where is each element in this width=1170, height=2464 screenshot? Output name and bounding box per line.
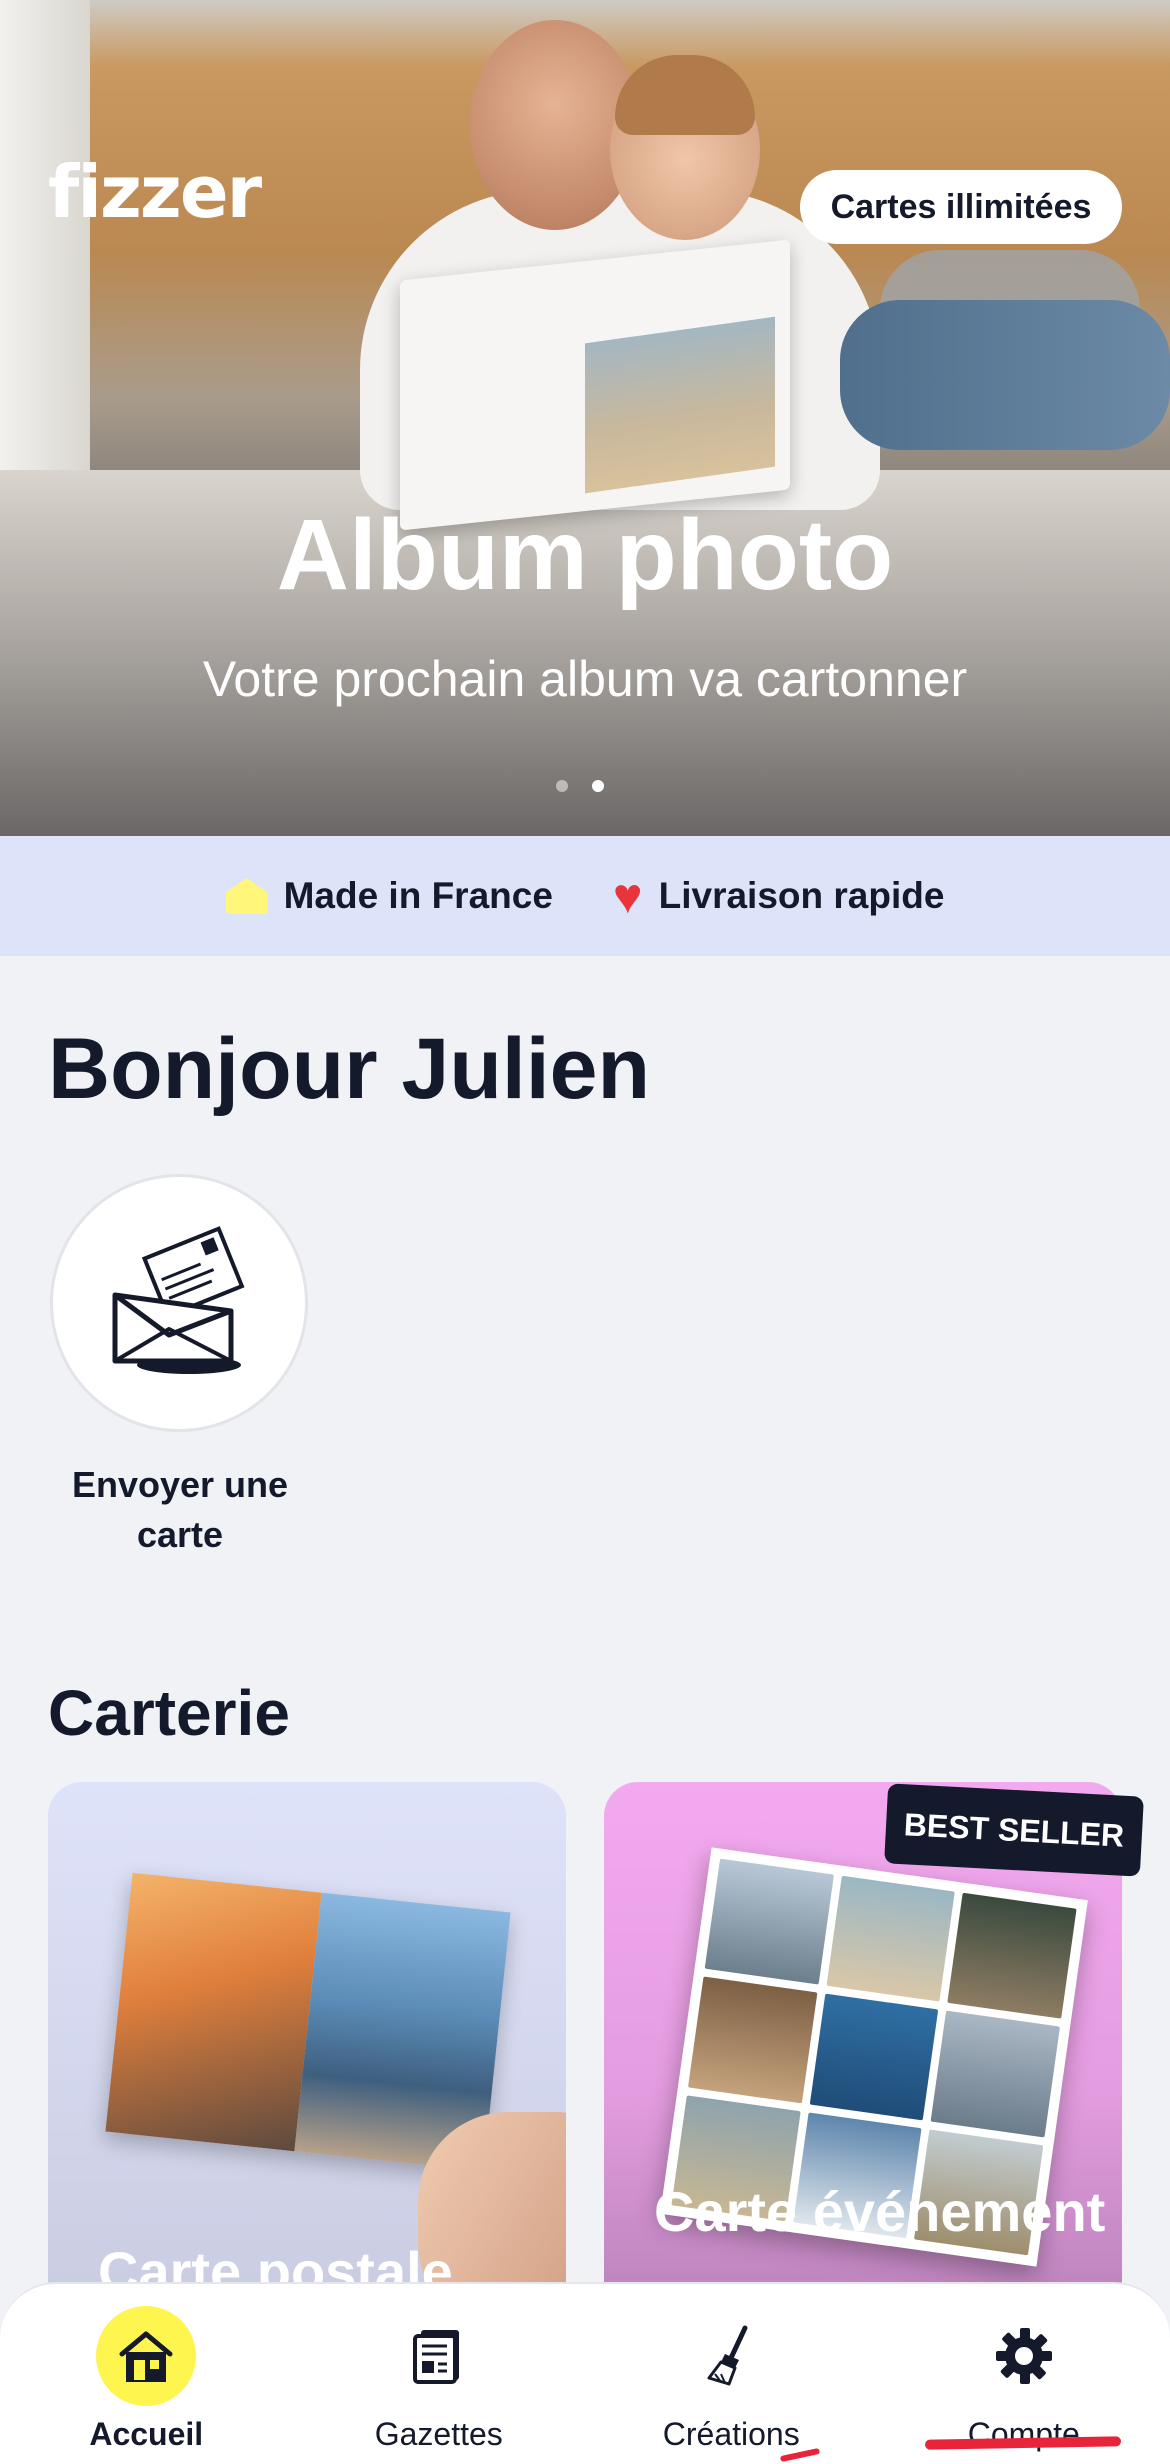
house-icon[interactable] xyxy=(96,2306,197,2406)
best-seller-badge: BEST SELLER xyxy=(884,1783,1144,1877)
trust-label: Made in France xyxy=(283,875,553,916)
gear-icon[interactable] xyxy=(974,2306,1074,2406)
nav-item-gazettes[interactable]: Gazettes xyxy=(293,2284,586,2464)
hero-photo-album-picture xyxy=(585,316,775,494)
send-card-circle[interactable] xyxy=(50,1174,308,1432)
hero-photo-child-hair xyxy=(615,55,755,135)
brush-icon[interactable] xyxy=(681,2306,781,2406)
card-title: Carte événement xyxy=(654,2180,1106,2243)
card-postcard[interactable]: Carte postale xyxy=(48,1782,566,2342)
newspaper-icon[interactable] xyxy=(389,2306,489,2406)
trust-bar: Made in France ♥ Livraison rapide xyxy=(0,836,1170,956)
nav-item-accueil[interactable]: Accueil xyxy=(0,2284,293,2464)
collage-photo xyxy=(826,1875,956,2002)
send-card-label[interactable]: Envoyer une carte xyxy=(50,1460,310,1560)
greeting-title: Bonjour Julien xyxy=(48,1021,650,1117)
fizzer-logo: fizzer xyxy=(48,150,262,234)
carousel-dot[interactable] xyxy=(556,780,568,792)
heart-icon: ♥ xyxy=(612,868,643,924)
carterie-title: Carterie xyxy=(48,1677,290,1749)
hero-banner[interactable]: fizzer Cartes illimitées Album photo Vot… xyxy=(0,0,1170,836)
trust-item-fast-delivery: ♥ Livraison rapide xyxy=(613,871,945,921)
send-card-action[interactable]: Envoyer une carte xyxy=(50,1174,310,1560)
trust-label: Livraison rapide xyxy=(658,875,945,916)
nav-label: Gazettes xyxy=(374,2416,503,2452)
nav-label: Accueil xyxy=(89,2416,204,2452)
postcard-image xyxy=(105,1872,511,2172)
collage-photo xyxy=(947,1892,1077,2019)
home-icon xyxy=(225,878,268,914)
nav-item-creations[interactable]: Créations xyxy=(585,2284,878,2464)
hero-subtitle: Votre prochain album va cartonner xyxy=(202,651,968,707)
hero-title: Album photo xyxy=(276,499,894,611)
envelope-icon xyxy=(112,1226,245,1374)
carousel-dots[interactable] xyxy=(556,780,604,792)
collage-photo xyxy=(688,1976,818,2104)
unlimited-cards-button[interactable]: Cartes illimitées xyxy=(800,170,1122,244)
hero-photo-jeans xyxy=(840,300,1170,450)
nav-label: Créations xyxy=(662,2416,800,2452)
trust-item-made-in-france: Made in France xyxy=(225,875,553,917)
bottom-navigation: Accueil Gazettes Créations Compte xyxy=(0,2282,1170,2464)
collage-photo xyxy=(704,1858,834,1985)
collage-photo xyxy=(809,1993,939,2121)
postcard-photo-beach-sunset xyxy=(105,1872,322,2152)
collage-photo xyxy=(930,2010,1060,2138)
carousel-dot-active[interactable] xyxy=(592,780,604,792)
